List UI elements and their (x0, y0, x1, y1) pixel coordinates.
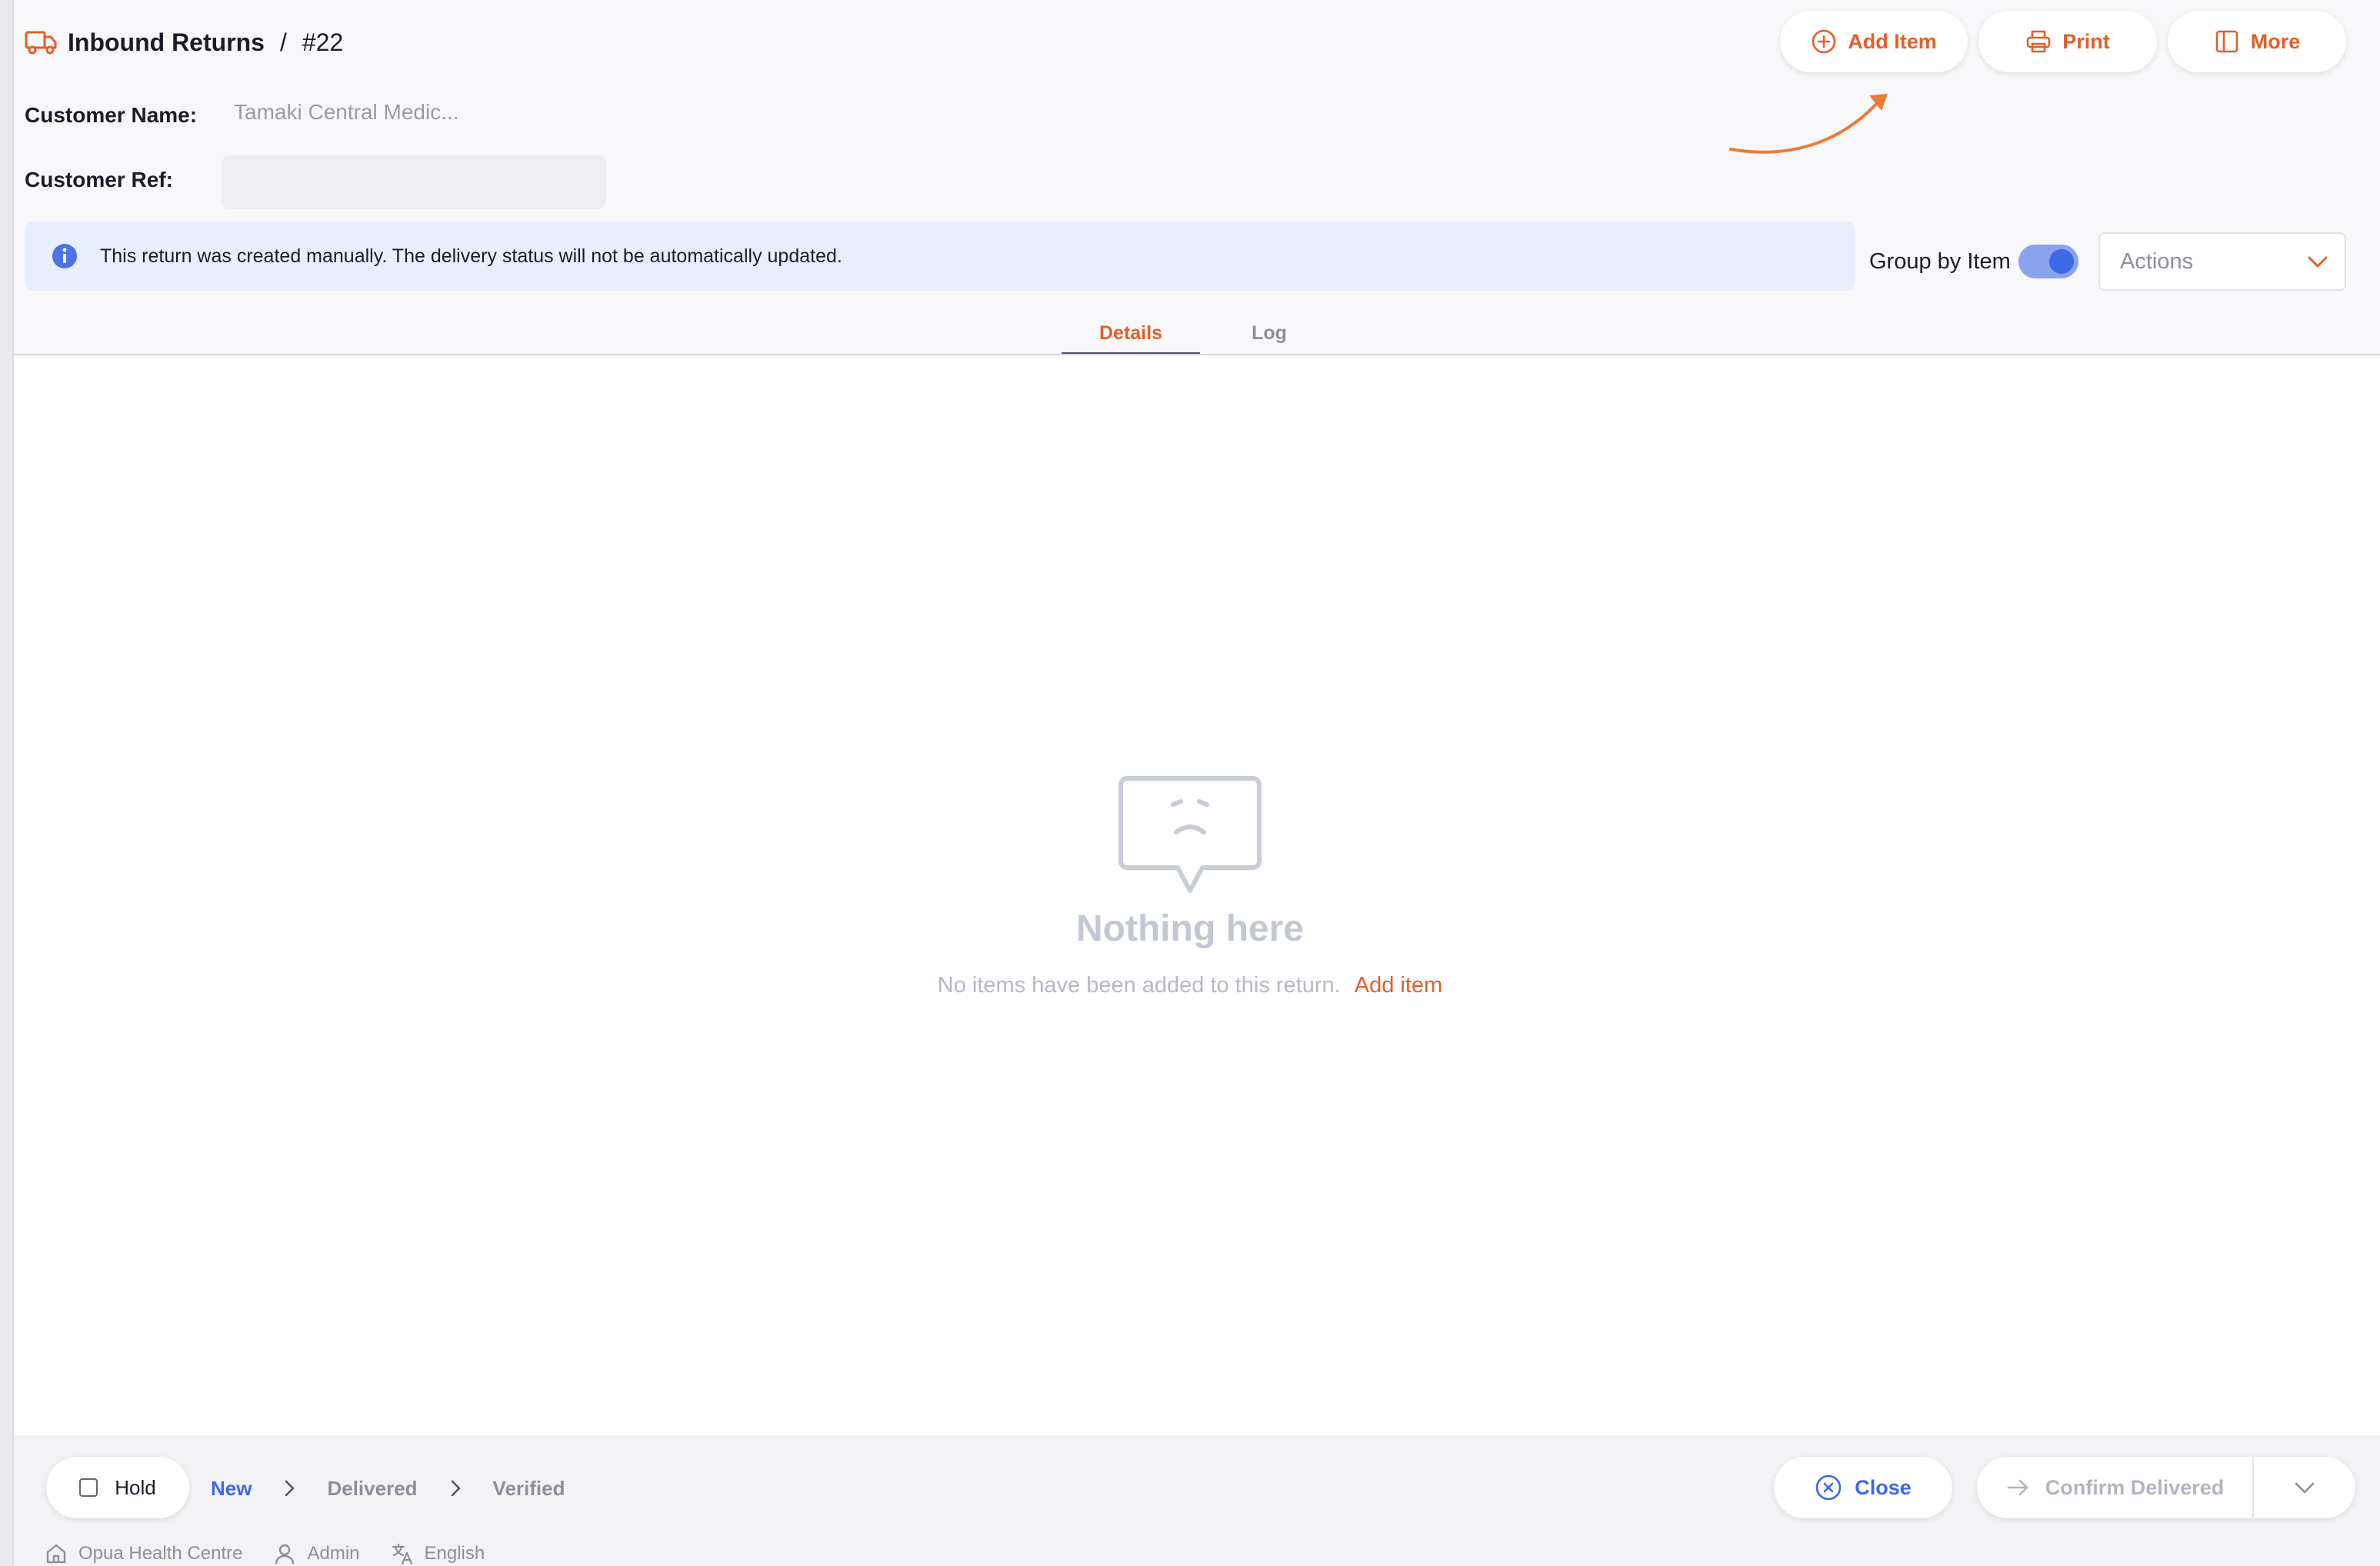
info-banner: This return was created manually. The de… (25, 222, 1855, 291)
tab-log[interactable]: Log (1200, 311, 1338, 355)
truck-icon (25, 31, 57, 55)
step-new: New (211, 1476, 252, 1500)
group-by-item-control: Group by Item (1869, 238, 2078, 285)
hold-label: Hold (115, 1475, 156, 1499)
toggle-knob (2048, 249, 2074, 274)
store-indicator[interactable]: Opua Health Centre (45, 1542, 242, 1565)
page-title[interactable]: Inbound Returns (68, 28, 265, 57)
chevron-right-icon (451, 1480, 460, 1497)
confirm-delivered-button[interactable]: Confirm Delivered (1977, 1457, 2254, 1518)
empty-state-message-row: No items have been added to this return.… (938, 973, 1442, 998)
record-number: #22 (302, 28, 344, 56)
customer-ref-input[interactable] (222, 155, 606, 209)
more-label: More (2250, 29, 2301, 53)
actions-dropdown-placeholder: Actions (2120, 248, 2194, 274)
chevron-down-icon (2308, 256, 2328, 268)
add-item-button[interactable]: Add Item (1780, 11, 1968, 72)
step-delivered: Delivered (327, 1476, 418, 1500)
hold-toggle[interactable]: Hold (46, 1457, 189, 1518)
language-name: English (424, 1543, 485, 1564)
plus-circle-icon (1812, 29, 1836, 54)
hold-checkbox[interactable] (79, 1478, 98, 1497)
status-bar: Opua Health Centre Admin English (45, 1541, 485, 1566)
user-name: Admin (307, 1543, 360, 1564)
breadcrumb-separator: / (279, 28, 287, 56)
close-label: Close (1855, 1475, 1912, 1499)
sidebar-panel-icon (2215, 30, 2238, 53)
empty-state-title: Nothing here (1076, 908, 1304, 949)
translate-icon (392, 1543, 412, 1565)
more-button[interactable]: More (2168, 11, 2346, 72)
info-banner-text: This return was created manually. The de… (100, 245, 842, 267)
add-item-link[interactable]: Add item (1355, 973, 1442, 998)
print-label: Print (2062, 29, 2110, 53)
tab-details[interactable]: Details (1062, 311, 1200, 355)
home-icon (46, 1544, 66, 1564)
group-by-item-toggle[interactable] (2018, 245, 2078, 278)
close-button[interactable]: Close (1774, 1457, 1952, 1518)
info-icon (52, 244, 77, 268)
add-item-label: Add Item (1848, 29, 1937, 53)
actions-dropdown[interactable]: Actions (2098, 232, 2346, 291)
sad-speech-bubble-icon (1118, 776, 1262, 893)
arrow-right-icon (2007, 1479, 2028, 1496)
close-circle-icon (1815, 1474, 1842, 1501)
breadcrumb: Inbound Returns / #22 (25, 23, 343, 62)
customer-ref-label: Customer Ref: (25, 168, 173, 192)
customer-name-value: Tamaki Central Medic... (234, 100, 459, 124)
confirm-options-dropdown[interactable] (2254, 1457, 2355, 1518)
tab-bar: Details Log (1062, 311, 1338, 355)
language-indicator[interactable]: English (391, 1542, 485, 1565)
empty-state-message: No items have been added to this return. (937, 973, 1341, 998)
confirm-split-button: Confirm Delivered (1977, 1457, 2355, 1518)
customer-name-label: Customer Name: (25, 103, 198, 127)
empty-state: Nothing here No items have been added to… (0, 769, 2380, 998)
printer-icon (2026, 30, 2051, 53)
confirm-delivered-label: Confirm Delivered (2045, 1475, 2225, 1499)
pointer-arrow-icon (1729, 94, 1888, 154)
store-name: Opua Health Centre (78, 1543, 243, 1564)
status-stepper: New Delivered Verified (211, 1471, 565, 1506)
print-button[interactable]: Print (1978, 11, 2157, 72)
group-by-item-label: Group by Item (1869, 248, 2011, 274)
header-divider (14, 354, 2380, 355)
user-icon (275, 1544, 295, 1564)
chevron-down-icon (2295, 1482, 2315, 1494)
user-indicator[interactable]: Admin (273, 1542, 360, 1565)
footer-bar: Hold New Delivered Verified Close Confir… (14, 1435, 2380, 1566)
chevron-right-icon (285, 1480, 295, 1497)
step-verified: Verified (492, 1476, 565, 1500)
